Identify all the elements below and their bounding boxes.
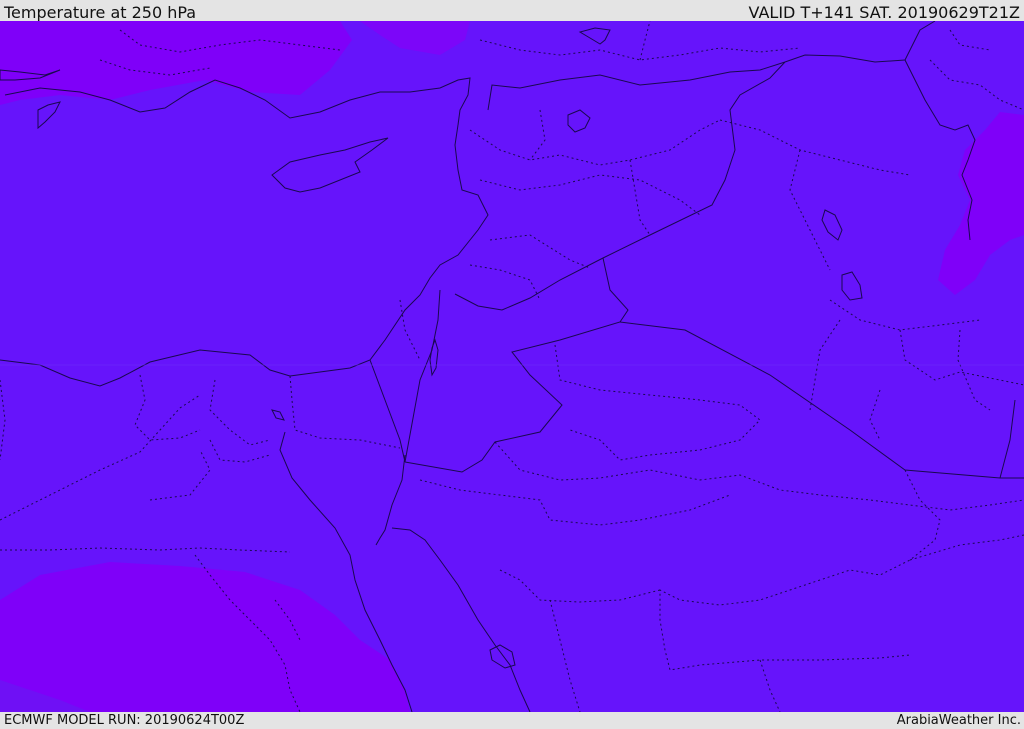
map-title: Temperature at 250 hPa [4,3,197,22]
model-run-label: ECMWF MODEL RUN: 20190624T00Z [4,713,245,728]
weather-map[interactable] [0,21,1024,712]
footer-bar: ECMWF MODEL RUN: 20190624T00Z ArabiaWeat… [0,712,1024,729]
valid-time: VALID T+141 SAT. 20190629T21Z [748,3,1020,22]
header-bar: Temperature at 250 hPa VALID T+141 SAT. … [0,0,1024,22]
credit-label: ArabiaWeather Inc. [896,713,1021,728]
